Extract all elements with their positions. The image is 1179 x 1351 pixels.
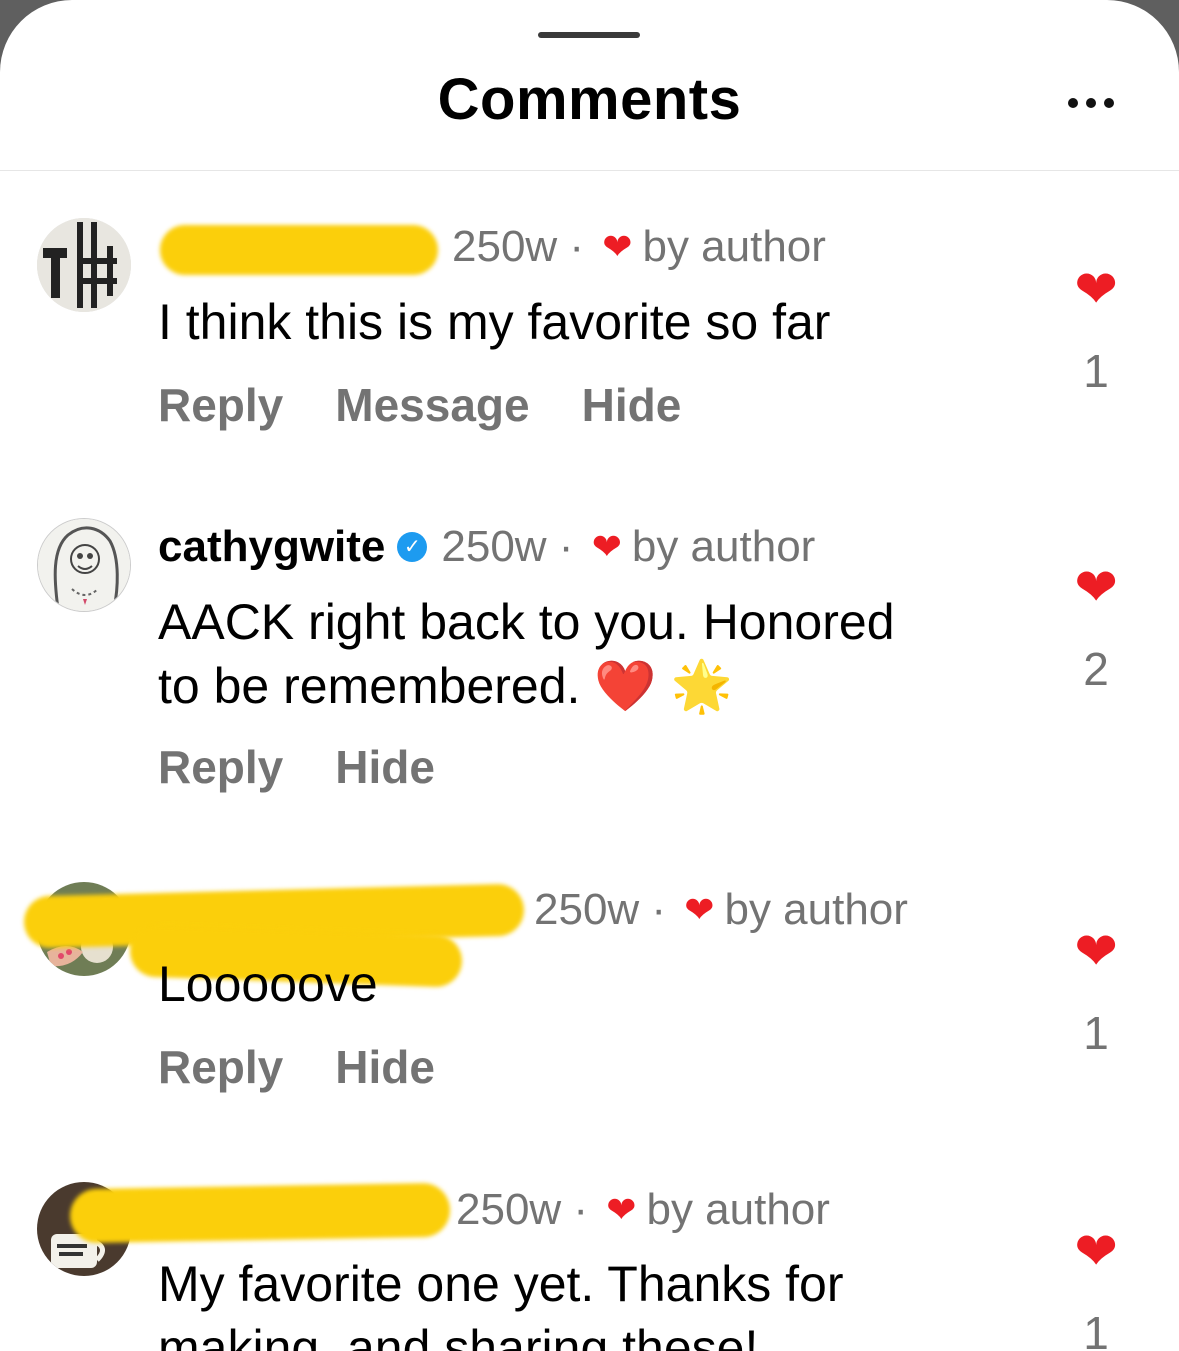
more-icon[interactable] bbox=[1068, 98, 1124, 110]
comment-username[interactable]: cathygwite bbox=[158, 522, 385, 572]
comment-text: My favorite one yet. Thanks for making, … bbox=[158, 1252, 844, 1351]
avatar[interactable] bbox=[37, 518, 131, 612]
reply-button[interactable]: Reply bbox=[158, 1040, 283, 1094]
verified-badge-icon: ✓ bbox=[397, 532, 428, 562]
comment-meta: 250w · ❤ by author bbox=[456, 1185, 830, 1235]
like-heart-icon[interactable]: ❤ bbox=[1068, 1226, 1124, 1278]
hide-button[interactable]: Hide bbox=[335, 740, 435, 794]
page-title: Comments bbox=[437, 67, 742, 132]
like-count: 1 bbox=[1083, 1007, 1109, 1059]
hide-button[interactable]: Hide bbox=[335, 1040, 435, 1094]
like-count: 1 bbox=[1083, 345, 1109, 397]
liked-by-label: by author bbox=[724, 885, 908, 934]
like-control: ❤ 1 bbox=[1068, 264, 1124, 398]
comment-time: 250w bbox=[452, 222, 558, 271]
heart-icon: ❤ bbox=[591, 526, 622, 567]
like-control: ❤ 2 bbox=[1068, 562, 1124, 696]
comment-actions: Reply Hide bbox=[158, 740, 435, 794]
hide-button[interactable]: Hide bbox=[582, 378, 682, 432]
separator-dot: · bbox=[561, 1185, 601, 1234]
heart-icon: ❤ bbox=[606, 1189, 637, 1230]
comment-meta: 250w · ❤ by author bbox=[452, 222, 826, 272]
like-control: ❤ 1 bbox=[1068, 926, 1124, 1060]
liked-by-label: by author bbox=[646, 1185, 830, 1234]
comments-sheet: Comments 250w · ❤ by author I think this… bbox=[0, 0, 1179, 1351]
separator-dot: · bbox=[639, 885, 679, 934]
separator-dot: · bbox=[557, 222, 597, 271]
comment-meta: 250w · ❤ by author bbox=[534, 885, 908, 935]
like-heart-icon[interactable]: ❤ bbox=[1068, 562, 1124, 614]
avatar[interactable] bbox=[37, 218, 131, 312]
reply-button[interactable]: Reply bbox=[158, 378, 283, 432]
comment-text-line: AACK right back to you. Honored bbox=[158, 594, 895, 650]
comment-text-line: My favorite one yet. Thanks for bbox=[158, 1256, 844, 1312]
like-count: 1 bbox=[1083, 1307, 1109, 1351]
redacted-username bbox=[160, 225, 438, 275]
separator-dot: · bbox=[546, 522, 586, 571]
message-button[interactable]: Message bbox=[335, 378, 529, 432]
comment-meta: cathygwite ✓ 250w · ❤ by author bbox=[158, 522, 815, 572]
comment-time: 250w bbox=[534, 885, 640, 934]
liked-by-label: by author bbox=[642, 222, 826, 271]
comment-text: AACK right back to you. Honored to be re… bbox=[158, 590, 895, 718]
heart-icon: ❤ bbox=[684, 889, 715, 930]
comment-text-line: making, and sharing these! bbox=[158, 1320, 759, 1351]
redacted-username bbox=[69, 1182, 451, 1244]
comment-actions: Reply Message Hide bbox=[158, 378, 681, 432]
comment-text: I think this is my favorite so far bbox=[158, 294, 831, 350]
comment-time: 250w bbox=[441, 522, 547, 571]
like-count: 2 bbox=[1083, 643, 1109, 695]
like-heart-icon[interactable]: ❤ bbox=[1068, 926, 1124, 978]
comment-text: Looooove bbox=[158, 956, 378, 1012]
comment-text-line: to be remembered. ❤️ 🌟 bbox=[158, 658, 733, 714]
comment-actions: Reply Hide bbox=[158, 1040, 435, 1094]
like-control: ❤ 1 bbox=[1068, 1226, 1124, 1351]
reply-button[interactable]: Reply bbox=[158, 740, 283, 794]
comment-time: 250w bbox=[456, 1185, 562, 1234]
liked-by-label: by author bbox=[631, 522, 816, 571]
header-divider bbox=[0, 170, 1179, 171]
like-heart-icon[interactable]: ❤ bbox=[1068, 264, 1124, 316]
sheet-grabber[interactable] bbox=[538, 32, 640, 38]
heart-icon: ❤ bbox=[602, 226, 633, 267]
